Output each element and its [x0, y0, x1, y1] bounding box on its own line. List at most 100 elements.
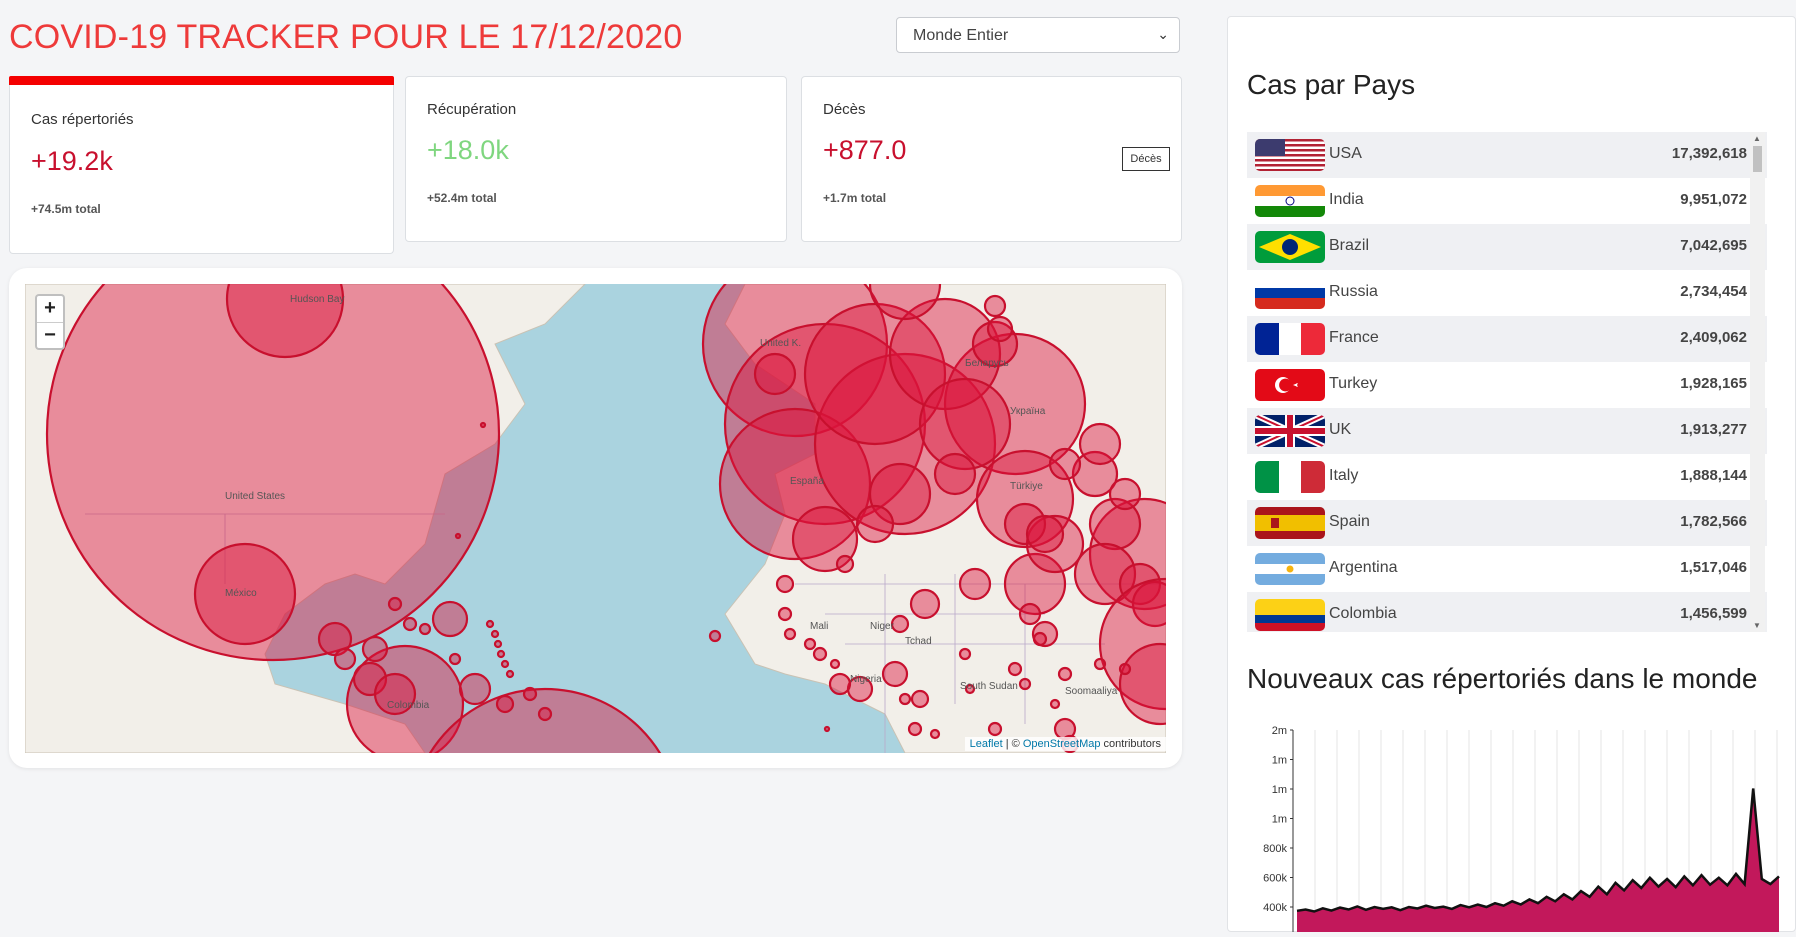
- new-cases-chart: 2m 1m 1m 1m 800k 600k 400k: [1247, 720, 1787, 932]
- table-row[interactable]: India 9,951,072: [1247, 178, 1767, 224]
- spain-flag-icon: [1255, 507, 1325, 539]
- argentina-flag-icon: [1255, 553, 1325, 585]
- recovered-card[interactable]: Récupération +18.0k +52.4m total: [405, 76, 787, 242]
- country-name: Turkey: [1329, 375, 1378, 392]
- recovered-card-total: +52.4m total: [427, 191, 497, 205]
- map-label: Беларусь: [965, 358, 1009, 369]
- region-select[interactable]: Monde Entier ⌄: [896, 17, 1180, 53]
- country-name: India: [1329, 191, 1364, 208]
- turkey-flag-icon: [1255, 369, 1325, 401]
- map-label: United States: [225, 491, 285, 502]
- map-label: Niger: [870, 621, 895, 632]
- country-cases: 2,734,454: [1680, 283, 1747, 300]
- map-label: Colombia: [387, 700, 430, 711]
- map-label: Mali: [810, 621, 828, 632]
- italy-flag-icon: [1255, 461, 1325, 493]
- scroll-down-icon[interactable]: ▼: [1753, 621, 1761, 630]
- table-row[interactable]: Colombia 1,456,599: [1247, 592, 1767, 632]
- table-row[interactable]: Spain 1,782,566: [1247, 500, 1767, 546]
- india-flag-icon: [1255, 185, 1325, 217]
- country-cases: 7,042,695: [1680, 237, 1747, 254]
- brazil-flag-icon: [1255, 231, 1325, 263]
- recovered-card-title: Récupération: [427, 101, 517, 118]
- country-cases: 2,409,062: [1680, 329, 1747, 346]
- country-cases: 9,951,072: [1680, 191, 1747, 208]
- scroll-up-icon[interactable]: ▲: [1753, 134, 1761, 143]
- y-tick-label: 400k: [1263, 902, 1287, 914]
- map-label: Tchad: [905, 636, 932, 647]
- colombia-flag-icon: [1255, 599, 1325, 631]
- russia-flag-icon: [1255, 277, 1325, 309]
- country-name: Italy: [1329, 467, 1359, 484]
- country-name: Brazil: [1329, 237, 1370, 254]
- new-cases-area: [1297, 788, 1779, 932]
- country-panel-title: Cas par Pays: [1247, 69, 1416, 100]
- attribution-tail: contributors: [1100, 738, 1161, 750]
- country-table-scrollbar[interactable]: ▲ ▼: [1750, 132, 1765, 632]
- cases-card-value: +19.2k: [31, 146, 113, 176]
- map-canvas[interactable]: United States México Colombia España Mal…: [25, 284, 1166, 753]
- y-tick-label: 800k: [1263, 843, 1287, 855]
- country-name: USA: [1329, 145, 1362, 162]
- map-label: Україна: [1010, 406, 1046, 417]
- france-flag-icon: [1255, 323, 1325, 355]
- cases-card-total: +74.5m total: [31, 202, 101, 216]
- country-cases: 1,517,046: [1680, 559, 1747, 576]
- map-label: Soomaaliya: [1065, 686, 1118, 697]
- deaths-card-title: Décès: [823, 101, 866, 118]
- table-row[interactable]: Argentina 1,517,046: [1247, 546, 1767, 592]
- deaths-tooltip-button[interactable]: Décès: [1122, 147, 1170, 171]
- zoom-out-button[interactable]: −: [37, 322, 63, 348]
- y-tick-label: 1m: [1272, 814, 1287, 826]
- chart-title: Nouveaux cas répertoriés dans le monde: [1247, 663, 1758, 694]
- table-row[interactable]: Brazil 7,042,695: [1247, 224, 1767, 270]
- country-cases: 1,913,277: [1680, 421, 1747, 438]
- us-flag-icon: [1255, 139, 1325, 171]
- world-map[interactable]: United States México Colombia España Mal…: [25, 284, 1166, 753]
- map-label: Türkiye: [1010, 481, 1043, 492]
- map-attribution: Leaflet | © OpenStreetMap contributors: [964, 737, 1166, 751]
- map-label: México: [225, 588, 257, 599]
- selected-indicator: [9, 76, 394, 85]
- map-label: España: [790, 476, 824, 487]
- zoom-in-button[interactable]: +: [37, 296, 63, 322]
- y-tick-label: 600k: [1263, 873, 1287, 885]
- map-label: Nigeria: [850, 674, 882, 685]
- region-select-value: Monde Entier: [913, 27, 1009, 44]
- table-row[interactable]: France 2,409,062: [1247, 316, 1767, 362]
- deaths-card-total: +1.7m total: [823, 191, 887, 205]
- cases-card-title: Cas répertoriés: [31, 111, 134, 128]
- chevron-down-icon: ⌄: [1157, 26, 1169, 42]
- country-cases: 17,392,618: [1671, 145, 1747, 162]
- country-cases: 1,456,599: [1680, 605, 1747, 622]
- attribution-separator: | ©: [1002, 738, 1023, 750]
- page-title: COVID-19 TRACKER POUR LE 17/12/2020: [9, 18, 683, 56]
- country-name: Colombia: [1329, 605, 1397, 622]
- map-label: United K.: [760, 338, 801, 349]
- y-tick-label: 1m: [1272, 784, 1287, 796]
- country-cases: 1,888,144: [1680, 467, 1747, 484]
- table-row[interactable]: USA 17,392,618: [1247, 132, 1767, 178]
- y-tick-label: 1m: [1272, 755, 1287, 767]
- table-row[interactable]: UK 1,913,277: [1247, 408, 1767, 454]
- y-tick-label: 2m: [1272, 725, 1287, 737]
- country-name: Spain: [1329, 513, 1370, 530]
- leaflet-link[interactable]: Leaflet: [970, 738, 1003, 750]
- country-table[interactable]: USA 17,392,618 India 9,951,072 Brazil 7,…: [1247, 132, 1767, 632]
- map-zoom-control: + −: [35, 294, 65, 350]
- deaths-card-value: +877.0: [823, 135, 907, 165]
- map-label: South Sudan: [960, 681, 1018, 692]
- scroll-thumb[interactable]: [1753, 146, 1762, 172]
- country-name: Argentina: [1329, 559, 1398, 576]
- table-row[interactable]: Russia 2,734,454: [1247, 270, 1767, 316]
- osm-link[interactable]: OpenStreetMap: [1023, 738, 1101, 750]
- table-row[interactable]: Italy 1,888,144: [1247, 454, 1767, 500]
- country-cases: 1,782,566: [1680, 513, 1747, 530]
- recovered-card-value: +18.0k: [427, 135, 509, 165]
- map-label: Hudson Bay: [290, 294, 344, 305]
- country-name: Russia: [1329, 283, 1378, 300]
- cases-card[interactable]: Cas répertoriés +19.2k +74.5m total: [9, 76, 394, 254]
- country-name: UK: [1329, 421, 1352, 438]
- table-row[interactable]: Turkey 1,928,165: [1247, 362, 1767, 408]
- country-name: France: [1329, 329, 1379, 346]
